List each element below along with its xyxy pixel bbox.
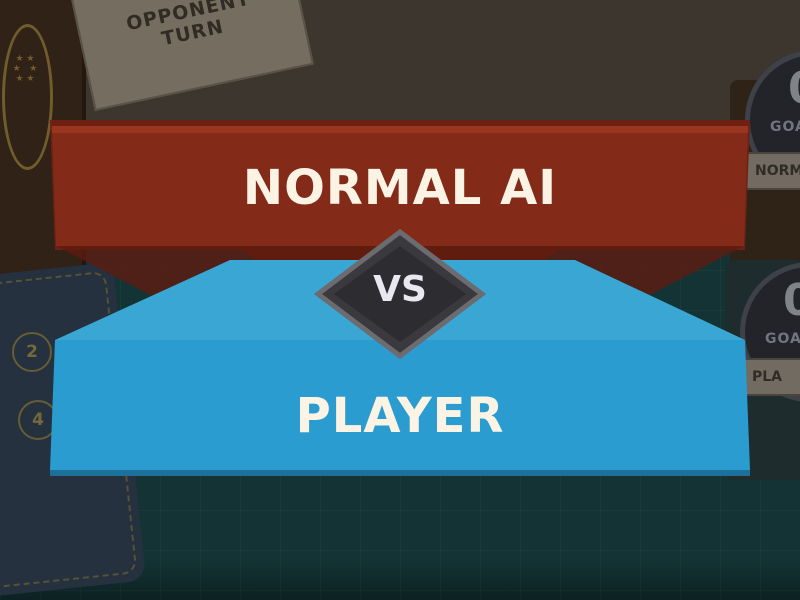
vs-label: VS (373, 269, 427, 310)
opponent-banner-highlight (52, 126, 748, 133)
opponent-name-label: NORMAL AI (242, 160, 558, 216)
versus-screen: ★ ★★ ★★ ★ OPPONENT TURN 2 4 0 GOA NORM 0… (0, 0, 800, 600)
player-banner-edge (50, 470, 750, 476)
player-name-label: PLAYER (295, 388, 505, 444)
